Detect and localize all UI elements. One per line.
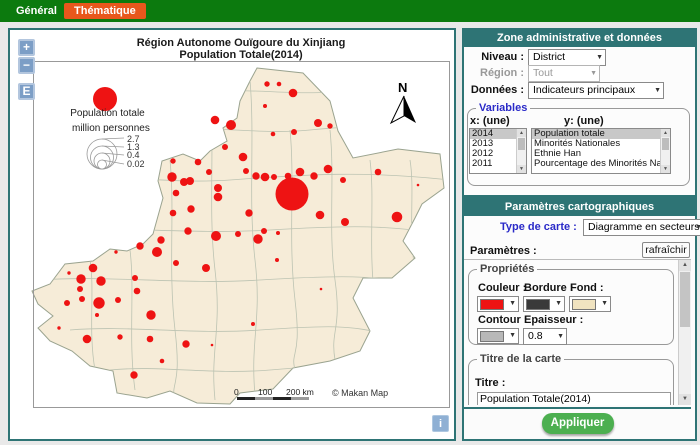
scroll-up-icon[interactable]: ▲ [517,129,526,137]
rafraichir-button[interactable]: rafraîchir [642,242,690,258]
donnees-select-value: Indicateurs principaux [533,84,635,96]
contour-label: Contour : [478,314,527,326]
contour-dropdown[interactable]: ▼ [477,328,519,344]
scroll-up-icon[interactable]: ▲ [661,129,670,137]
chevron-down-icon: ▼ [555,297,562,311]
titre-carte-legend: Titre de la carte [477,353,564,365]
scale-tick: 100 [258,387,272,397]
scroll-thumb[interactable] [662,138,669,150]
region-select[interactable]: Tout ▼ [528,65,600,82]
donnees-select[interactable]: Indicateurs principaux ▼ [528,82,664,99]
epaisseur-value: 0.8 [528,330,543,342]
legend-size-value: 0.02 [127,159,145,169]
params-panel-title: Paramètres cartographiques [464,199,695,216]
chevron-down-icon: ▼ [557,329,564,344]
zoom-in-button[interactable]: + [18,39,35,56]
fond-label: Fond : [570,282,604,294]
scale-tick: 0 [234,387,239,397]
couleur-swatch [480,299,504,310]
epaisseur-select[interactable]: 0.8 ▼ [523,328,567,345]
type-carte-select-value: Diagramme en secteurs [588,221,699,233]
y-variable-listbox[interactable]: Population totaleMinorités NationalesEth… [531,128,671,174]
titre-input[interactable] [477,392,671,405]
info-button[interactable]: i [432,415,449,432]
couleur-label: Couleur : [478,282,526,294]
map-copyright: © Makan Map [332,388,388,398]
y-variable-label: y: (une) [564,115,604,127]
region-select-value: Tout [533,67,553,79]
epaisseur-label: Epaisseur : [524,314,583,326]
list-option[interactable]: Population totale [532,129,670,139]
scale-bar [237,397,309,400]
top-nav-bar: Général Thématique [0,0,700,22]
niveau-label: Niveau : [481,51,524,63]
listbox-scrollbar[interactable]: ▲ ▼ [516,129,526,173]
chevron-down-icon: ▼ [509,297,516,311]
niveau-select-value: District [533,51,565,63]
parametres-cartographiques-panel: Paramètres cartographiques Type de carte… [462,197,697,441]
map-title: Région Autonome Ouïgoure du Xinjiang Pop… [33,37,449,61]
chevron-down-icon: ▼ [509,329,516,343]
fond-dropdown[interactable]: ▼ [569,296,611,312]
bordure-label: Bordure : [524,282,574,294]
appliquer-button[interactable]: Appliquer [542,413,614,434]
params-scroll-area[interactable]: Propriétés Couleur : Bordure : Fond : ▼ … [464,259,691,405]
tab-general[interactable]: Général [6,3,67,19]
donnees-label: Données : [471,84,524,96]
type-carte-select[interactable]: Diagramme en secteurs ▼ [583,219,700,236]
fond-swatch [572,299,596,310]
type-carte-label: Type de carte : [500,221,577,233]
legend-unit-label: million personnes [72,123,150,134]
scroll-thumb[interactable] [680,272,690,327]
listbox-scrollbar[interactable]: ▲ ▼ [660,129,670,173]
bordure-dropdown[interactable]: ▼ [523,296,565,312]
x-variable-label: x: (une) [470,115,510,127]
niveau-select[interactable]: District ▼ [528,49,606,66]
scroll-down-icon[interactable]: ▼ [679,394,691,405]
chevron-down-icon: ▼ [596,50,603,65]
scroll-down-icon[interactable]: ▼ [661,165,670,173]
parametres-label: Paramètres : [470,245,537,257]
extent-button[interactable]: E [18,83,35,100]
chevron-down-icon: ▼ [601,297,608,311]
map-title-line2: Population Totale(2014) [33,49,449,61]
list-option[interactable]: Ethnie Han [532,149,670,159]
apply-section: Appliquer [464,407,691,439]
scroll-up-icon[interactable]: ▲ [679,260,691,271]
bordure-swatch [526,299,550,310]
titre-carte-fieldset: Titre de la carte Titre : Couleur : Tail… [468,353,674,405]
zone-panel-title: Zone administrative et données [464,30,695,47]
zoom-out-button[interactable]: − [18,57,35,74]
x-variable-listbox[interactable]: 2014201320122011 ▲ ▼ [469,128,527,174]
north-label: N [398,80,407,95]
legend-symbol-label: Population totale [65,108,150,119]
couleur-dropdown[interactable]: ▼ [477,296,519,312]
list-option[interactable]: Minorités Nationales [532,139,670,149]
scale-tick: 200 km [286,387,314,397]
proprietes-legend: Propriétés [477,263,537,275]
chevron-down-icon: ▼ [590,66,597,81]
tab-thematique[interactable]: Thématique [64,3,146,19]
map-panel: Région Autonome Ouïgoure du Xinjiang Pop… [8,28,456,441]
chevron-down-icon: ▼ [695,220,700,235]
region-label: Région : [480,67,524,79]
zone-administrative-panel: Zone administrative et données Niveau : … [462,28,697,197]
variables-legend: Variables [476,102,530,114]
titre-label: Titre : [475,377,505,389]
contour-swatch [480,331,504,342]
params-scrollbar[interactable]: ▲ ▼ [678,260,691,405]
list-option[interactable]: Pourcentage des Minorités Nationa [532,159,670,169]
chevron-down-icon: ▼ [654,83,661,98]
scroll-thumb[interactable] [518,138,525,150]
map-title-line1: Région Autonome Ouïgoure du Xinjiang [33,37,449,49]
scroll-down-icon[interactable]: ▼ [517,165,526,173]
